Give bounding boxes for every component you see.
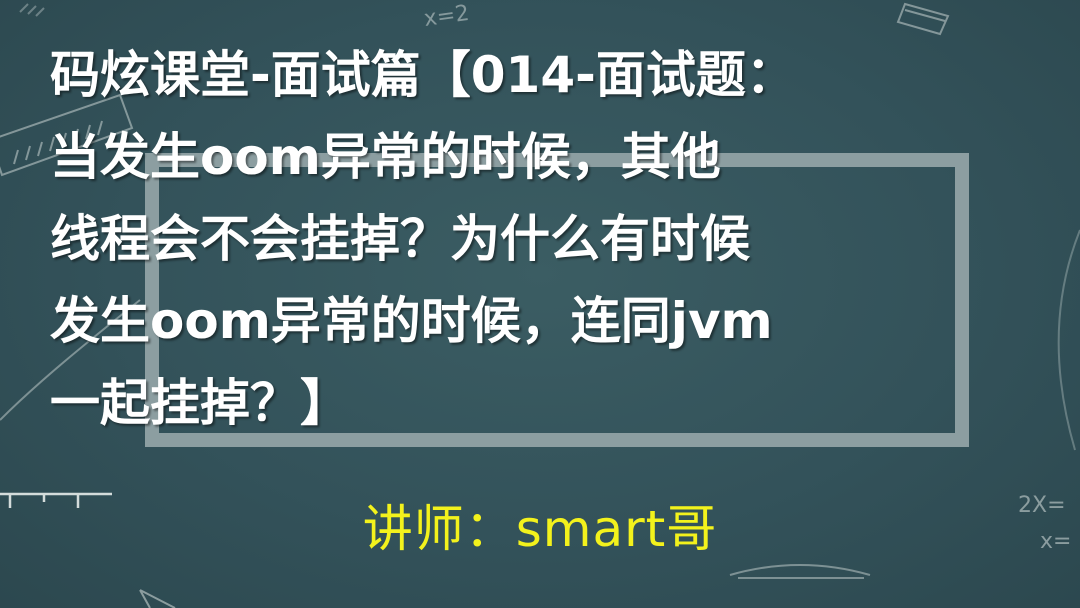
title-line-1: 码炫课堂-面试篇【014-面试题：: [50, 46, 796, 104]
hatch-doodle: [19, 3, 45, 17]
triangle-doodle: [139, 589, 176, 608]
lecturer-credit: 讲师：smart哥: [0, 497, 1080, 561]
lecturer-label: 讲师：: [362, 500, 516, 558]
title-line-5: 一起挂掉？】: [50, 374, 350, 432]
title-line-4: 发生oom异常的时候，连同jvm: [50, 292, 773, 350]
protractor-doodle: [729, 564, 871, 579]
lecture-title: 码炫课堂-面试篇【014-面试题： 当发生oom异常的时候，其他 线程会不会挂掉…: [50, 34, 1050, 444]
title-line-3: 线程会不会挂掉？为什么有时候: [50, 210, 750, 268]
book-doodle: [896, 2, 950, 36]
right-arc-doodle: [1057, 229, 1080, 451]
lecturer-name: smart哥: [515, 500, 718, 558]
title-line-2: 当发生oom异常的时候，其他: [50, 128, 721, 186]
formula-top: x=2: [422, 1, 470, 32]
